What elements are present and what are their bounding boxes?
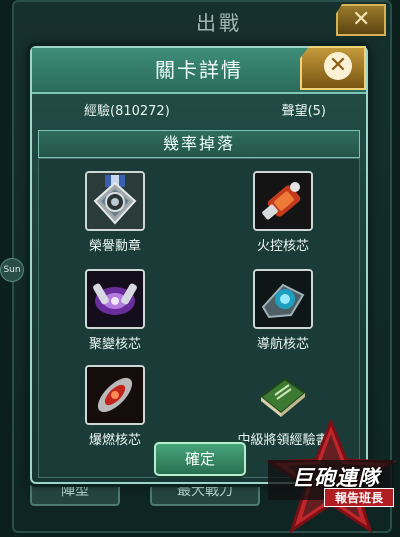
- logo-subtitle: 報告班長: [324, 488, 394, 507]
- confirm-button[interactable]: 確定: [154, 442, 246, 476]
- deflagration-core-icon: [85, 365, 145, 425]
- drop-item-medal[interactable]: 榮譽勳章: [55, 171, 175, 259]
- drop-item-label: 聚變核芯: [88, 337, 141, 352]
- medal-icon: [85, 171, 145, 231]
- experience-stat: 經驗(810272): [84, 104, 170, 119]
- drop-item-label: 火控核芯: [256, 239, 309, 254]
- background-close-button[interactable]: ✕: [336, 4, 386, 36]
- drop-item-fire-control-core[interactable]: 火控核芯: [223, 171, 343, 259]
- background-title: 出戰: [196, 11, 242, 35]
- experience-book-icon: [253, 365, 313, 425]
- drop-item-fusion-core[interactable]: 聚變核芯: [55, 269, 175, 357]
- fire-control-core-icon: [253, 171, 313, 231]
- drop-item-label: 導航核芯: [256, 337, 309, 352]
- reward-stats: 經驗(810272) 聲望(5): [32, 100, 366, 122]
- side-badge[interactable]: Sun: [0, 258, 24, 282]
- reputation-stat: 聲望(5): [281, 104, 326, 119]
- close-button[interactable]: ✕: [300, 46, 366, 90]
- drop-item-label: 榮譽勳章: [88, 239, 141, 254]
- close-icon: ✕: [324, 52, 352, 80]
- game-logo: 巨砲連隊 報告班長: [262, 417, 400, 534]
- stage-details-dialog: 關卡詳情 ✕ 經驗(810272) 聲望(5) 幾率掉落 榮譽勳章 火控核芯 聚…: [30, 46, 368, 484]
- fusion-core-icon: [85, 269, 145, 329]
- navigation-core-icon: [253, 269, 313, 329]
- drops-section-header: 幾率掉落: [38, 130, 360, 158]
- close-icon: ✕: [352, 7, 371, 32]
- drop-item-deflagration-core[interactable]: 爆燃核芯: [55, 365, 175, 453]
- drop-item-navigation-core[interactable]: 導航核芯: [223, 269, 343, 357]
